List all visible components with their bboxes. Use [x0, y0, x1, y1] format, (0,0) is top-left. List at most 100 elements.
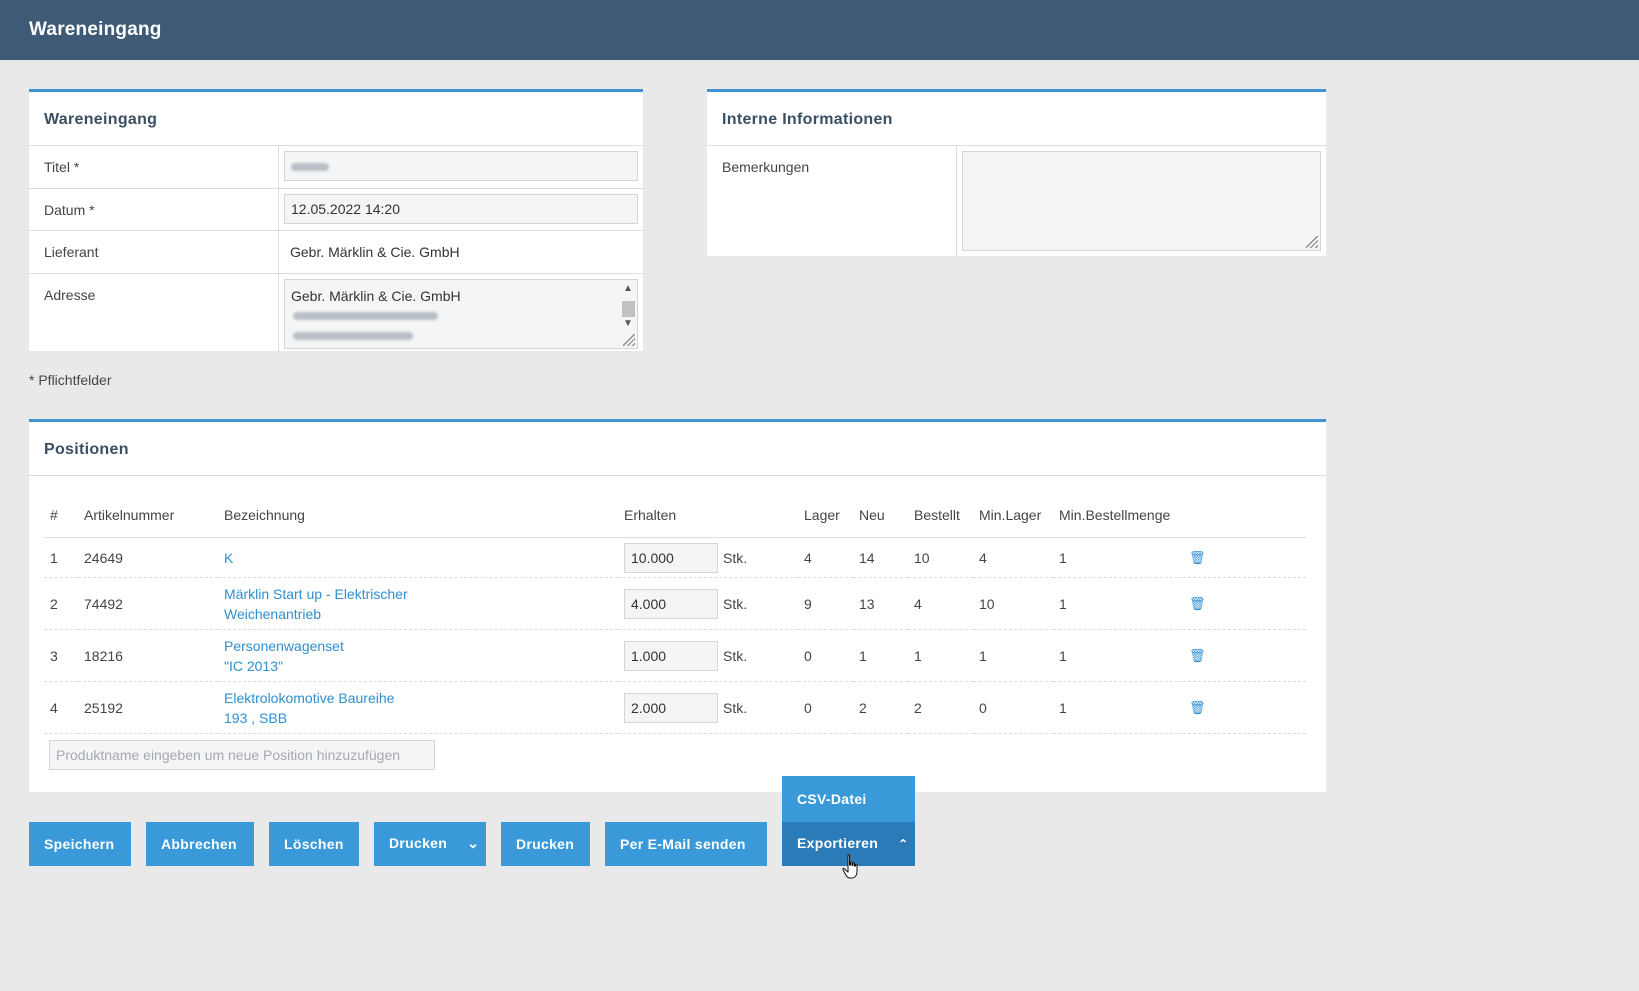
table-row: 4 25192 Elektrolokomotive Baureihe 193 , …: [44, 681, 1306, 734]
trash-icon[interactable]: 🗑: [1189, 700, 1206, 715]
product-name-line-1[interactable]: Personenwagenset: [224, 636, 612, 656]
product-link[interactable]: K: [218, 537, 618, 578]
min-stock-value: 10: [973, 577, 1053, 630]
stock-value: 0: [798, 629, 853, 682]
product-link[interactable]: Personenwagenset "IC 2013": [218, 629, 618, 682]
row-number: 2: [44, 577, 78, 630]
blurred-title: [291, 163, 329, 171]
top-bar: Wareneingang: [0, 0, 1639, 60]
min-stock-value: 0: [973, 681, 1053, 734]
print-menu-button[interactable]: Drucken ⌄: [374, 822, 486, 866]
scroll-down-icon[interactable]: ▼: [623, 319, 633, 329]
page-title: Wareneingang: [29, 19, 162, 40]
trash-icon[interactable]: 🗑: [1189, 596, 1206, 611]
ordered-value: 10: [908, 537, 973, 578]
export-csv-option[interactable]: CSV-Datei: [782, 776, 915, 822]
product-link[interactable]: Elektrolokomotive Baureihe 193 , SBB: [218, 681, 618, 734]
unit-label: Stk.: [723, 549, 748, 566]
table-header-row: # Artikelnummer Bezeichnung Erhalten Lag…: [44, 503, 1306, 538]
min-order-value: 1: [1053, 681, 1183, 734]
print-button[interactable]: Drucken: [501, 822, 590, 866]
blurred-address-line-3: [293, 332, 413, 340]
col-header: #: [44, 503, 78, 538]
new-value: 14: [853, 537, 908, 578]
email-button[interactable]: Per E-Mail senden: [605, 822, 767, 866]
col-header: Min.Bestellmenge: [1053, 503, 1183, 538]
supplier-label: Lieferant: [29, 231, 279, 273]
date-input[interactable]: 12.05.2022 14:20: [284, 194, 638, 224]
chevron-down-icon: ⌄: [467, 835, 480, 851]
date-row: Datum * 12.05.2022 14:20: [29, 189, 643, 231]
table-row: 3 18216 Personenwagenset "IC 2013" 1.000 S…: [44, 629, 1306, 682]
table-row: 1 24649 K 10.000 Stk. 4 14 10 4 1 🗑: [44, 537, 1306, 578]
ordered-value: 2: [908, 681, 973, 734]
remarks-row: Bemerkungen: [707, 146, 1326, 256]
chevron-up-icon: ⌃: [898, 837, 909, 851]
product-name-line-2[interactable]: Weichenantrieb: [224, 604, 612, 624]
product-name-line-2[interactable]: "IC 2013": [224, 656, 612, 676]
resize-grip-icon[interactable]: [1306, 236, 1318, 248]
min-stock-value: 1: [973, 629, 1053, 682]
print-menu-label: Drucken: [389, 835, 448, 851]
hand-cursor-icon: [842, 854, 858, 879]
save-button[interactable]: Speichern: [29, 822, 131, 866]
product-name-line-1[interactable]: Märklin Start up - Elektrischer: [224, 584, 612, 604]
min-stock-value: 4: [973, 537, 1053, 578]
product-link[interactable]: Märklin Start up - Elektrischer Weichenan…: [218, 577, 618, 630]
supplier-value: Gebr. Märklin & Cie. GmbH: [290, 244, 460, 260]
remarks-textarea[interactable]: [962, 151, 1321, 251]
quantity-input[interactable]: 10.000: [624, 542, 718, 573]
col-header: Bezeichnung: [218, 503, 618, 538]
ordered-value: 4: [908, 577, 973, 630]
internal-info-panel: Interne Informationen Bemerkungen: [707, 89, 1326, 256]
resize-grip-icon[interactable]: [623, 334, 635, 346]
address-line-1: Gebr. Märklin & Cie. GmbH: [291, 288, 461, 304]
internal-info-heading: Interne Informationen: [707, 92, 1326, 146]
supplier-row: Lieferant Gebr. Märklin & Cie. GmbH: [29, 231, 643, 274]
product-name-line-1[interactable]: Elektrolokomotive Baureihe: [224, 688, 612, 708]
address-row: Adresse Gebr. Märklin & Cie. GmbH ▲ ▼: [29, 274, 643, 354]
col-header: Bestellt: [908, 503, 973, 538]
trash-icon[interactable]: 🗑: [1189, 550, 1206, 565]
article-number: 25192: [78, 681, 218, 734]
scroll-up-icon[interactable]: ▲: [623, 284, 633, 294]
remarks-label: Bemerkungen: [707, 146, 957, 256]
col-header-actions: [1183, 503, 1306, 538]
col-header: Lager: [798, 503, 853, 538]
table-row: 2 74492 Märklin Start up - Elektrischer W…: [44, 577, 1306, 630]
article-number: 74492: [78, 577, 218, 630]
date-label: Datum *: [29, 189, 279, 230]
delete-button[interactable]: Löschen: [269, 822, 359, 866]
unit-label: Stk.: [723, 647, 748, 664]
ordered-value: 1: [908, 629, 973, 682]
col-header: Min.Lager: [973, 503, 1053, 538]
row-number: 4: [44, 681, 78, 734]
receipt-panel-heading: Wareneingang: [29, 92, 643, 146]
required-fields-note: * Pflichtfelder: [29, 372, 112, 388]
stock-value: 0: [798, 681, 853, 734]
product-name-line-2[interactable]: 193 , SBB: [224, 708, 612, 728]
cancel-button[interactable]: Abbrechen: [146, 822, 254, 866]
stock-value: 9: [798, 577, 853, 630]
col-header: Neu: [853, 503, 908, 538]
col-header: Erhalten: [618, 503, 798, 538]
add-position-input[interactable]: Produktname eingeben um neue Position hi…: [49, 740, 435, 770]
quantity-input[interactable]: 1.000: [624, 640, 718, 671]
address-textarea[interactable]: Gebr. Märklin & Cie. GmbH ▲ ▼: [284, 279, 638, 349]
min-order-value: 1: [1053, 577, 1183, 630]
row-number: 3: [44, 629, 78, 682]
positions-heading: Positionen: [29, 422, 1326, 476]
title-input[interactable]: [284, 151, 638, 181]
stock-value: 4: [798, 537, 853, 578]
positions-table: # Artikelnummer Bezeichnung Erhalten Lag…: [44, 503, 1306, 734]
product-name-line-1[interactable]: K: [224, 548, 612, 568]
quantity-input[interactable]: 4.000: [624, 588, 718, 619]
positions-panel: Positionen # Artikelnummer Bezeichnung E…: [29, 419, 1326, 792]
article-number: 24649: [78, 537, 218, 578]
title-row: Titel *: [29, 146, 643, 189]
blurred-address-line-2: [293, 312, 438, 320]
min-order-value: 1: [1053, 629, 1183, 682]
quantity-input[interactable]: 2.000: [624, 692, 718, 723]
trash-icon[interactable]: 🗑: [1189, 648, 1206, 663]
scroll-thumb[interactable]: [622, 301, 635, 317]
